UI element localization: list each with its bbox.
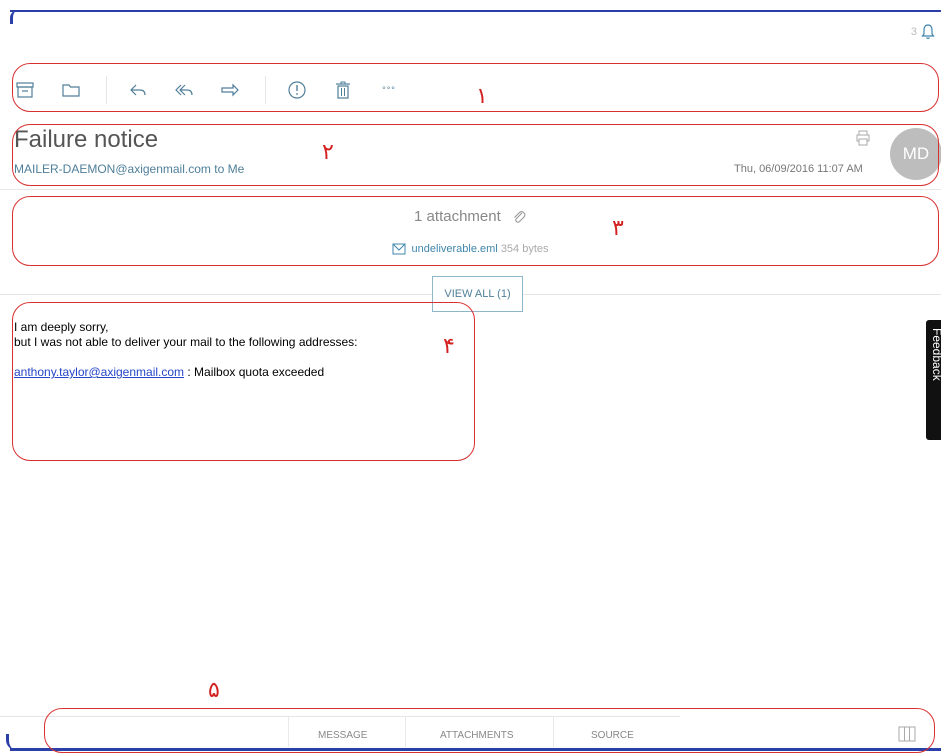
annotation-outline-attachments	[12, 196, 939, 266]
frame-top-border	[10, 10, 941, 12]
annotation-number: ۵	[208, 678, 220, 703]
annotation-number: ٣	[612, 216, 624, 241]
annotation-outline-header	[12, 124, 939, 186]
annotation-outline-tabs	[44, 708, 935, 753]
frame-corner-bottom	[6, 734, 19, 750]
annotation-number: ١	[476, 84, 488, 109]
feedback-label: Feedback	[930, 328, 941, 381]
notifications[interactable]: 3	[911, 24, 935, 40]
feedback-tab[interactable]: Feedback	[926, 320, 941, 440]
header-divider	[0, 189, 941, 190]
annotation-number: ۴	[443, 334, 455, 359]
frame-corner	[10, 10, 19, 24]
annotation-number: ٢	[322, 140, 334, 165]
notification-count: 3	[910, 26, 917, 38]
annotation-outline-body	[12, 302, 475, 461]
bell-icon[interactable]	[921, 24, 935, 40]
